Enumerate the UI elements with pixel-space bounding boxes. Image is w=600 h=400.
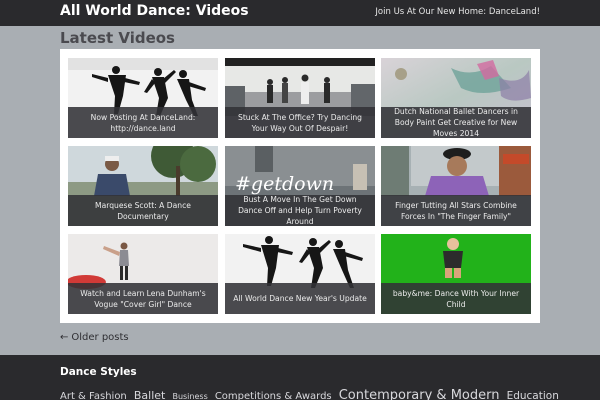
left-arrow-icon: ← xyxy=(60,332,69,343)
video-caption: All World Dance New Year's Update xyxy=(225,283,375,314)
video-caption: Marquese Scott: A Dance Documentary xyxy=(68,195,218,226)
tag-business[interactable]: Business xyxy=(172,392,207,400)
video-title: Watch and Learn Lena Dunham's Vogue "Cov… xyxy=(80,288,206,309)
section-title: Latest Videos xyxy=(60,29,175,47)
video-caption: Finger Tutting All Stars Combine Forces … xyxy=(381,195,531,226)
older-posts-label: Older posts xyxy=(71,332,129,343)
video-tile[interactable]: #getdown Bust A Move In The Get Down Dan… xyxy=(225,146,375,226)
video-title: Stuck At The Office? Try Dancing Your Wa… xyxy=(238,112,362,133)
video-caption: Now Posting At DanceLand: http://dance.l… xyxy=(68,107,218,138)
video-caption: Dutch National Ballet Dancers in Body Pa… xyxy=(381,107,531,138)
video-title: Finger Tutting All Stars Combine Forces … xyxy=(395,200,517,221)
video-title: baby&me: Dance With Your Inner Child xyxy=(392,288,520,309)
tag-contemporary-modern[interactable]: Contemporary & Modern xyxy=(339,388,500,400)
tag-ballet[interactable]: Ballet xyxy=(134,389,165,400)
video-tile[interactable]: Stuck At The Office? Try Dancing Your Wa… xyxy=(225,58,375,138)
video-title: Now Posting At DanceLand: http://dance.l… xyxy=(90,112,196,133)
video-caption: Watch and Learn Lena Dunham's Vogue "Cov… xyxy=(68,283,218,314)
thumbnail-text: #getdown xyxy=(235,173,334,195)
danceland-link[interactable]: Join Us At Our New Home: DanceLand! xyxy=(375,7,540,17)
tag-education[interactable]: Education xyxy=(507,390,559,400)
video-title: Dutch National Ballet Dancers in Body Pa… xyxy=(394,107,518,138)
top-bar: All World Dance: Videos Join Us At Our N… xyxy=(0,0,600,26)
video-tile[interactable]: Dutch National Ballet Dancers in Body Pa… xyxy=(381,58,531,138)
video-tile[interactable]: All World Dance New Year's Update xyxy=(225,234,375,314)
video-title: Marquese Scott: A Dance Documentary xyxy=(95,200,191,221)
older-posts-link[interactable]: ← Older posts xyxy=(60,332,129,343)
video-caption: Stuck At The Office? Try Dancing Your Wa… xyxy=(225,107,375,138)
footer: Dance Styles Art & Fashion Ballet Busine… xyxy=(0,355,600,400)
video-caption: Bust A Move In The Get Down Dance Off an… xyxy=(225,195,375,226)
video-tile[interactable]: Now Posting At DanceLand: http://dance.l… xyxy=(68,58,218,138)
dance-style-tags: Art & Fashion Ballet Business Competitio… xyxy=(60,384,559,400)
video-title: Bust A Move In The Get Down Dance Off an… xyxy=(238,195,362,226)
video-title: All World Dance New Year's Update xyxy=(233,294,367,303)
video-tile[interactable]: baby&me: Dance With Your Inner Child xyxy=(381,234,531,314)
video-grid: Now Posting At DanceLand: http://dance.l… xyxy=(60,49,540,323)
video-caption: baby&me: Dance With Your Inner Child xyxy=(381,283,531,314)
video-tile[interactable]: Watch and Learn Lena Dunham's Vogue "Cov… xyxy=(68,234,218,314)
video-tile[interactable]: Finger Tutting All Stars Combine Forces … xyxy=(381,146,531,226)
tag-competitions-awards[interactable]: Competitions & Awards xyxy=(215,391,332,400)
site-title[interactable]: All World Dance: Videos xyxy=(60,3,249,19)
tag-art-fashion[interactable]: Art & Fashion xyxy=(60,391,127,400)
video-tile[interactable]: Marquese Scott: A Dance Documentary xyxy=(68,146,218,226)
footer-title: Dance Styles xyxy=(60,366,137,378)
